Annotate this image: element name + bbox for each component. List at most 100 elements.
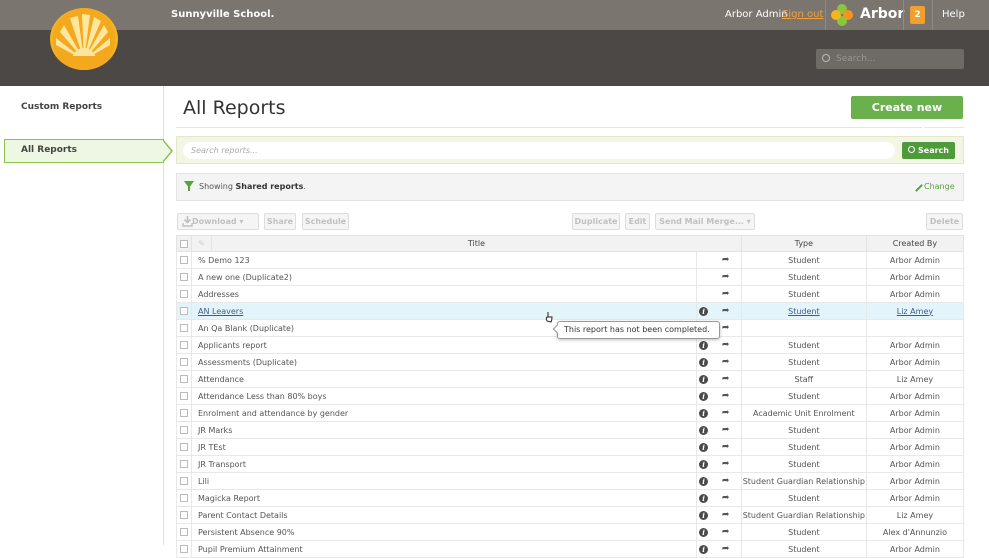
delete-button[interactable]: Delete xyxy=(926,213,963,230)
notification-badge[interactable]: 2 xyxy=(910,6,925,24)
share-arrow-icon[interactable]: ➦ xyxy=(722,527,730,537)
report-title[interactable]: Lili xyxy=(191,472,697,490)
report-title[interactable]: A new one (Duplicate2) xyxy=(191,268,697,286)
share-arrow-icon[interactable]: ➦ xyxy=(722,374,730,384)
report-title-text[interactable]: % Demo 123 xyxy=(198,256,250,265)
row-checkbox[interactable] xyxy=(180,256,188,264)
table-row[interactable]: Addresses ➦ Student Arbor Admin xyxy=(176,285,965,303)
share-arrow-icon[interactable]: ➦ xyxy=(722,357,730,367)
info-icon[interactable]: i xyxy=(699,442,709,452)
report-created-by-text[interactable]: Liz Amey xyxy=(897,375,933,384)
report-title-text[interactable]: Attendance xyxy=(198,375,244,384)
report-title[interactable]: Assessments (Duplicate) xyxy=(191,353,697,371)
share-arrow-icon[interactable]: ➦ xyxy=(722,289,730,299)
info-icon[interactable]: i xyxy=(699,510,709,520)
report-created-by-text[interactable]: Arbor Admin xyxy=(890,460,940,469)
row-checkbox[interactable] xyxy=(180,494,188,502)
create-new-report-button[interactable]: Create new report xyxy=(851,96,963,137)
report-created-by-text[interactable]: Arbor Admin xyxy=(890,443,940,452)
send-mail-merge-button[interactable]: Send Mail Merge... ▾ xyxy=(655,213,755,230)
column-header-type[interactable]: Type xyxy=(740,235,867,252)
report-title[interactable]: AN Leavers xyxy=(191,302,697,320)
share-arrow-icon[interactable]: ➦ xyxy=(722,306,730,316)
report-created-by-text[interactable]: Arbor Admin xyxy=(890,290,940,299)
report-created-by-text[interactable]: Arbor Admin xyxy=(890,545,940,554)
report-title[interactable]: % Demo 123 xyxy=(191,251,697,269)
info-icon[interactable]: i xyxy=(699,357,709,367)
share-arrow-icon[interactable]: ➦ xyxy=(722,255,730,265)
report-created-by-text[interactable]: Arbor Admin xyxy=(890,494,940,503)
table-row[interactable]: A new one (Duplicate2) ➦ Student Arbor Admi… xyxy=(176,268,965,286)
info-icon[interactable]: i xyxy=(699,476,709,486)
global-search-input[interactable]: Search... xyxy=(816,49,964,69)
table-row[interactable]: AN Leavers i ➦ Student Liz Amey xyxy=(176,302,965,320)
row-checkbox[interactable] xyxy=(180,409,188,417)
row-checkbox[interactable] xyxy=(180,392,188,400)
row-checkbox[interactable] xyxy=(180,358,188,366)
row-checkbox[interactable] xyxy=(180,426,188,434)
info-icon[interactable]: i xyxy=(699,544,709,554)
info-icon[interactable]: i xyxy=(699,374,709,384)
search-button[interactable]: Search xyxy=(902,142,955,159)
sidebar-item-label[interactable]: All Reports xyxy=(21,145,77,155)
schedule-button[interactable]: Schedule xyxy=(302,213,349,230)
report-title-text[interactable]: JR Marks xyxy=(198,426,232,435)
report-created-by-text[interactable]: Alex d'Annunzio xyxy=(883,528,947,537)
info-icon[interactable]: i xyxy=(699,408,709,418)
share-arrow-icon[interactable]: ➦ xyxy=(722,510,730,520)
share-arrow-icon[interactable]: ➦ xyxy=(722,544,730,554)
table-row[interactable]: JR Transport i ➦ Student Arbor Admin xyxy=(176,455,965,473)
sidebar-item-custom-reports[interactable]: Custom Reports xyxy=(21,102,102,112)
report-created-by-text[interactable]: Arbor Admin xyxy=(890,426,940,435)
report-title[interactable]: Applicants report xyxy=(191,336,697,354)
table-row[interactable]: JR Marks i ➦ Student Arbor Admin xyxy=(176,421,965,439)
table-row[interactable]: Attendance Less than 80% boys i ➦ Student Ar… xyxy=(176,387,965,405)
report-title[interactable]: JR Transport xyxy=(191,455,697,473)
info-icon[interactable]: i xyxy=(699,340,709,350)
share-arrow-icon[interactable]: ➦ xyxy=(722,425,730,435)
share-arrow-icon[interactable]: ➦ xyxy=(722,442,730,452)
select-all-checkbox[interactable] xyxy=(180,239,188,248)
report-title[interactable]: Addresses xyxy=(191,285,697,303)
info-icon[interactable]: i xyxy=(699,459,709,469)
help-link[interactable]: Help xyxy=(942,9,965,20)
row-checkbox[interactable] xyxy=(180,290,188,298)
report-title-text[interactable]: Enrolment and attendance by gender xyxy=(198,409,348,418)
report-title-text[interactable]: JR Transport xyxy=(198,460,246,469)
report-created-by-text[interactable]: Arbor Admin xyxy=(890,392,940,401)
report-title-text[interactable]: Assessments (Duplicate) xyxy=(198,358,297,367)
row-checkbox[interactable] xyxy=(180,307,188,315)
row-checkbox[interactable] xyxy=(180,545,188,553)
share-arrow-icon[interactable]: ➦ xyxy=(722,272,730,282)
row-checkbox[interactable] xyxy=(180,341,188,349)
info-icon[interactable]: i xyxy=(699,306,709,316)
share-arrow-icon[interactable]: ➦ xyxy=(722,476,730,486)
table-row[interactable]: Magicka Report i ➦ Student Arbor Admin xyxy=(176,489,965,507)
info-icon[interactable]: i xyxy=(699,391,709,401)
report-title-text[interactable]: JR TEst xyxy=(198,443,226,452)
share-arrow-icon[interactable]: ➦ xyxy=(722,391,730,401)
school-logo-icon[interactable] xyxy=(50,8,118,70)
report-title-text[interactable]: AN Leavers xyxy=(198,307,243,316)
table-row[interactable]: Parent Contact Details i ➦ Student Guardian… xyxy=(176,506,965,524)
share-button[interactable]: Share xyxy=(264,213,296,230)
change-filter-link[interactable]: Change xyxy=(924,182,955,191)
table-row[interactable]: Assessments (Duplicate) i ➦ Student Arbor Ad… xyxy=(176,353,965,371)
info-icon[interactable]: i xyxy=(699,425,709,435)
share-arrow-icon[interactable]: ➦ xyxy=(722,459,730,469)
row-checkbox[interactable] xyxy=(180,528,188,536)
duplicate-button[interactable]: Duplicate xyxy=(572,213,620,230)
table-row[interactable]: Applicants report i ➦ Student Arbor Admin xyxy=(176,336,965,354)
report-title-text[interactable]: Lili xyxy=(198,477,209,486)
table-row[interactable]: Enrolment and attendance by gender i ➦ Acad… xyxy=(176,404,965,422)
row-checkbox[interactable] xyxy=(180,443,188,451)
report-title[interactable]: Magicka Report xyxy=(191,489,697,507)
row-checkbox[interactable] xyxy=(180,477,188,485)
column-header-created-by[interactable]: Created By xyxy=(865,235,965,252)
share-arrow-icon[interactable]: ➦ xyxy=(722,493,730,503)
report-title[interactable]: Enrolment and attendance by gender xyxy=(191,404,697,422)
report-title[interactable]: Parent Contact Details xyxy=(191,506,697,524)
report-created-by-text[interactable]: Arbor Admin xyxy=(890,477,940,486)
report-created-by-text[interactable]: Arbor Admin xyxy=(890,256,940,265)
row-checkbox[interactable] xyxy=(180,324,188,332)
